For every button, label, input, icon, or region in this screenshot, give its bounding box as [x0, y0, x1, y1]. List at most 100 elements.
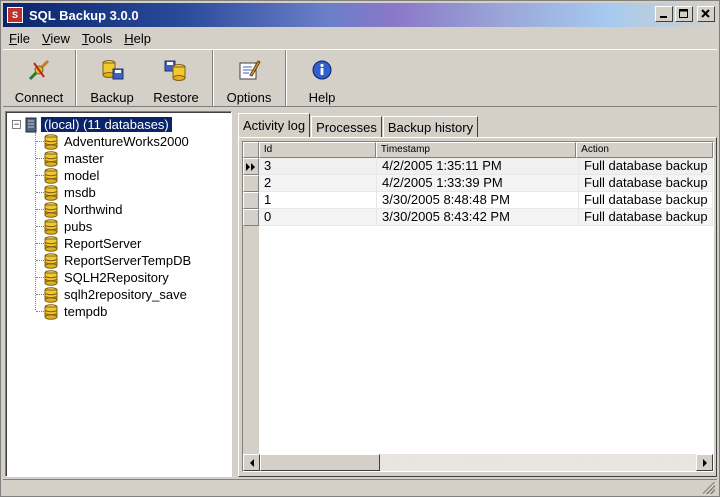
activity-grid[interactable]: Id Timestamp Action 3 4/2/2005 1:35:11 PM… — [242, 141, 714, 472]
tree-item-database[interactable]: master — [36, 150, 104, 167]
menu-file[interactable]: File — [3, 31, 36, 46]
database-icon — [44, 269, 58, 286]
tree-root-server[interactable]: − (local) (11 databases) — [12, 116, 173, 133]
title-bar[interactable]: S SQL Backup 3.0.0 — [3, 3, 717, 27]
database-icon — [44, 252, 58, 269]
menu-view[interactable]: View — [36, 31, 76, 46]
tree-item-label: msdb — [64, 185, 96, 200]
scroll-track[interactable] — [380, 454, 696, 471]
tree-item-label: Northwind — [64, 202, 123, 217]
options-icon — [235, 56, 263, 84]
table-row[interactable]: 0 3/30/2005 8:43:42 PM Full database backu… — [259, 209, 713, 226]
cell-action: Full database backup — [579, 158, 713, 175]
arrow-right-icon — [702, 458, 707, 467]
row-headers — [243, 158, 259, 456]
tree-item-database[interactable]: model — [36, 167, 99, 184]
scroll-left-button[interactable] — [243, 454, 260, 471]
tree-connector — [36, 277, 44, 278]
tree-item-label: tempdb — [64, 304, 108, 319]
restore-button[interactable]: Restore — [144, 50, 208, 106]
cell-id: 0 — [259, 209, 377, 226]
tree-item-database[interactable]: AdventureWorks2000 — [36, 133, 189, 150]
tree-connector — [36, 260, 44, 261]
row-header[interactable] — [243, 192, 259, 209]
table-row[interactable]: 2 4/2/2005 1:33:39 PM Full database backup — [259, 175, 713, 192]
cell-timestamp: 4/2/2005 1:33:39 PM — [377, 175, 579, 192]
help-button[interactable]: Help — [290, 50, 354, 106]
table-row[interactable]: 3 4/2/2005 1:35:11 PM Full database backup — [259, 158, 713, 175]
status-bar — [3, 479, 717, 495]
tab-backup-history[interactable]: Backup history — [382, 116, 479, 137]
restore-icon — [162, 56, 190, 84]
row-header[interactable] — [243, 209, 259, 226]
current-row-icon[interactable] — [243, 158, 259, 175]
menu-file-accel: F — [9, 30, 17, 46]
tab-processes[interactable]: Processes — [311, 116, 382, 137]
cell-timestamp: 4/2/2005 1:35:11 PM — [377, 158, 579, 175]
tree-item-label: sqlh2repository_save — [64, 287, 187, 302]
cell-action: Full database backup — [579, 192, 713, 209]
connect-button[interactable]: Connect — [7, 50, 71, 106]
tree-item-database[interactable]: ReportServerTempDB — [36, 252, 191, 269]
minimize-button[interactable] — [655, 6, 673, 22]
tree-item-database[interactable]: ReportServer — [36, 235, 141, 252]
maximize-icon — [679, 9, 688, 18]
tree-item-database[interactable]: tempdb — [36, 303, 107, 320]
menu-tools[interactable]: Tools — [76, 31, 118, 46]
scroll-thumb[interactable] — [260, 454, 380, 471]
database-icon — [44, 286, 58, 303]
database-tree[interactable]: − (local) (11 databases) AdventureWorks2… — [5, 111, 232, 477]
menu-view-label: iew — [50, 30, 70, 46]
options-button[interactable]: Options — [217, 50, 281, 106]
menu-help-label: elp — [133, 30, 152, 46]
tree-item-label: ReportServer — [64, 236, 142, 251]
tab-activity-log[interactable]: Activity log — [238, 113, 311, 137]
horizontal-scrollbar[interactable] — [243, 454, 713, 471]
database-icon — [44, 184, 58, 201]
tree-connector — [36, 141, 44, 142]
tree-connector — [36, 243, 44, 244]
database-icon — [44, 303, 58, 320]
caption-buttons — [653, 6, 715, 22]
tree-item-label: AdventureWorks2000 — [64, 134, 189, 149]
server-icon — [25, 117, 37, 132]
minimize-icon — [660, 16, 667, 18]
table-row[interactable]: 1 3/30/2005 8:48:48 PM Full database backu… — [259, 192, 713, 209]
cell-timestamp: 3/30/2005 8:48:48 PM — [377, 192, 579, 209]
connect-icon — [25, 56, 53, 84]
tree-item-database[interactable]: msdb — [36, 184, 96, 201]
help-label: Help — [308, 90, 336, 105]
tree-connector — [36, 175, 44, 176]
toolbar-group-connect: Connect — [3, 50, 76, 106]
resize-grip[interactable] — [703, 482, 715, 494]
close-button[interactable] — [697, 6, 715, 22]
app-icon[interactable]: S — [7, 7, 23, 23]
backup-button[interactable]: Backup — [80, 50, 144, 106]
column-header-timestamp[interactable]: Timestamp — [375, 142, 577, 158]
maximize-button[interactable] — [675, 6, 693, 22]
toolbar: Connect Backup Restore Options Help — [3, 49, 717, 107]
menu-bar: File View Tools Help — [3, 28, 717, 48]
tree-item-database[interactable]: SQLH2Repository — [36, 269, 169, 286]
scroll-right-button[interactable] — [696, 454, 713, 471]
restore-label: Restore — [153, 90, 199, 105]
arrow-left-icon — [249, 458, 254, 467]
tree-item-database[interactable]: pubs — [36, 218, 92, 235]
cell-id: 2 — [259, 175, 377, 192]
detail-pane: Activity log Processes Backup history Id… — [236, 111, 717, 477]
database-icon — [44, 201, 58, 218]
tree-item-database[interactable]: sqlh2repository_save — [36, 286, 187, 303]
row-header[interactable] — [243, 175, 259, 192]
collapse-icon[interactable]: − — [12, 120, 21, 129]
tree-connector — [36, 158, 44, 159]
backup-label: Backup — [90, 90, 134, 105]
cell-id: 1 — [259, 192, 377, 209]
menu-help[interactable]: Help — [118, 31, 157, 46]
menu-help-accel: H — [124, 30, 134, 46]
connect-label: Connect — [14, 90, 64, 105]
column-header-action[interactable]: Action — [576, 142, 713, 158]
tree-item-database[interactable]: Northwind — [36, 201, 123, 218]
toolbar-group-help: Help — [286, 50, 358, 106]
window-title: SQL Backup 3.0.0 — [29, 7, 139, 23]
column-header-id[interactable]: Id — [258, 142, 376, 158]
